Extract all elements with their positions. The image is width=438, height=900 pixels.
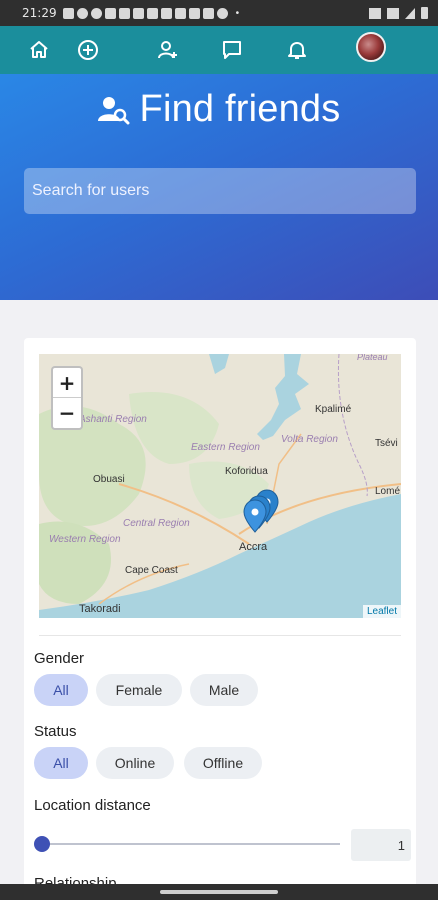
status-time: 21:29 (22, 6, 57, 20)
page-title: Find friends (139, 88, 341, 130)
chat-icon (223, 41, 241, 59)
map-label-1: Ashanti Region (78, 414, 147, 425)
system-icons (369, 7, 428, 19)
map-label-0: Plateau (357, 354, 388, 362)
notification-icons (62, 7, 228, 19)
notifications-button[interactable] (283, 36, 311, 64)
message-icon (62, 7, 74, 19)
status-chip-offline[interactable]: Offline (184, 747, 262, 779)
distance-value-input[interactable]: 1 (351, 829, 411, 861)
status-label: Status (34, 723, 77, 740)
divider (39, 635, 401, 636)
search-user-icon (97, 96, 130, 124)
youtube-icon (174, 7, 186, 19)
create-button[interactable] (74, 36, 102, 64)
facebook-icon (90, 7, 102, 19)
top-nav (0, 26, 438, 74)
map-label-6: Koforidua (225, 466, 268, 477)
gender-chip-male[interactable]: Male (190, 674, 258, 706)
messages-button[interactable] (218, 36, 246, 64)
location-distance-label: Location distance (34, 797, 151, 814)
distance-slider-thumb[interactable] (34, 836, 50, 852)
gender-chip-female[interactable]: Female (96, 674, 182, 706)
find-friends-button[interactable] (154, 36, 182, 64)
distance-slider-track[interactable] (42, 843, 340, 845)
add-circle-icon (78, 40, 98, 60)
map-label-11: Accra (239, 541, 268, 553)
zoom-in-button[interactable]: + (53, 368, 81, 398)
wifi-icon (387, 7, 399, 19)
map-label-10: Western Region (49, 534, 121, 545)
system-nav-bar (0, 884, 438, 900)
gender-chip-all[interactable]: All (34, 674, 88, 706)
gender-label: Gender (34, 650, 85, 667)
zoom-out-button[interactable]: − (53, 398, 81, 428)
zoom-control: + − (51, 366, 83, 430)
youtube-icon (146, 7, 158, 19)
map-label-2: Kpalimé (315, 404, 352, 415)
map[interactable]: Plateau Ashanti Region Kpalimé Eastern R… (39, 354, 401, 618)
map-label-3: Eastern Region (191, 442, 260, 453)
snapchat-icon (188, 7, 200, 19)
search-input[interactable] (24, 168, 416, 214)
home-gesture-handle[interactable] (160, 890, 278, 894)
account-icon (216, 7, 228, 19)
facebook-icon (76, 7, 88, 19)
map-label-7: Obuasi (93, 474, 125, 485)
home-icon (30, 41, 48, 58)
bell-icon (288, 42, 306, 59)
snapchat-icon (132, 7, 144, 19)
youtube-icon (160, 7, 172, 19)
snapchat-icon (104, 7, 116, 19)
avatar[interactable] (356, 32, 386, 62)
battery-icon (421, 7, 428, 19)
more-notifications-dot: • (235, 7, 240, 19)
youtube-icon (202, 7, 214, 19)
map-attribution-link[interactable]: Leaflet (362, 605, 401, 618)
signal-icon (405, 7, 415, 19)
map-label-9: Central Region (123, 518, 190, 529)
map-label-8: Lomé (375, 486, 400, 497)
map-label-12: Cape Coast (125, 565, 178, 576)
map-label-13: Takoradi (79, 603, 121, 615)
alarm-icon (369, 7, 381, 19)
map-label-4: Volta Region (281, 434, 338, 445)
status-chip-all[interactable]: All (34, 747, 88, 779)
status-bar: 21:29 • (0, 0, 438, 26)
map-tiles: Plateau Ashanti Region Kpalimé Eastern R… (39, 354, 401, 618)
home-button[interactable] (25, 36, 53, 64)
filter-card: Plateau Ashanti Region Kpalimé Eastern R… (24, 338, 416, 898)
hero-section: Find friends (0, 74, 438, 300)
add-user-icon (158, 41, 177, 59)
snapchat-icon (118, 7, 130, 19)
map-label-5: Tsévi (375, 438, 398, 449)
page-title-row: Find friends (0, 88, 438, 131)
status-chip-online[interactable]: Online (96, 747, 174, 779)
